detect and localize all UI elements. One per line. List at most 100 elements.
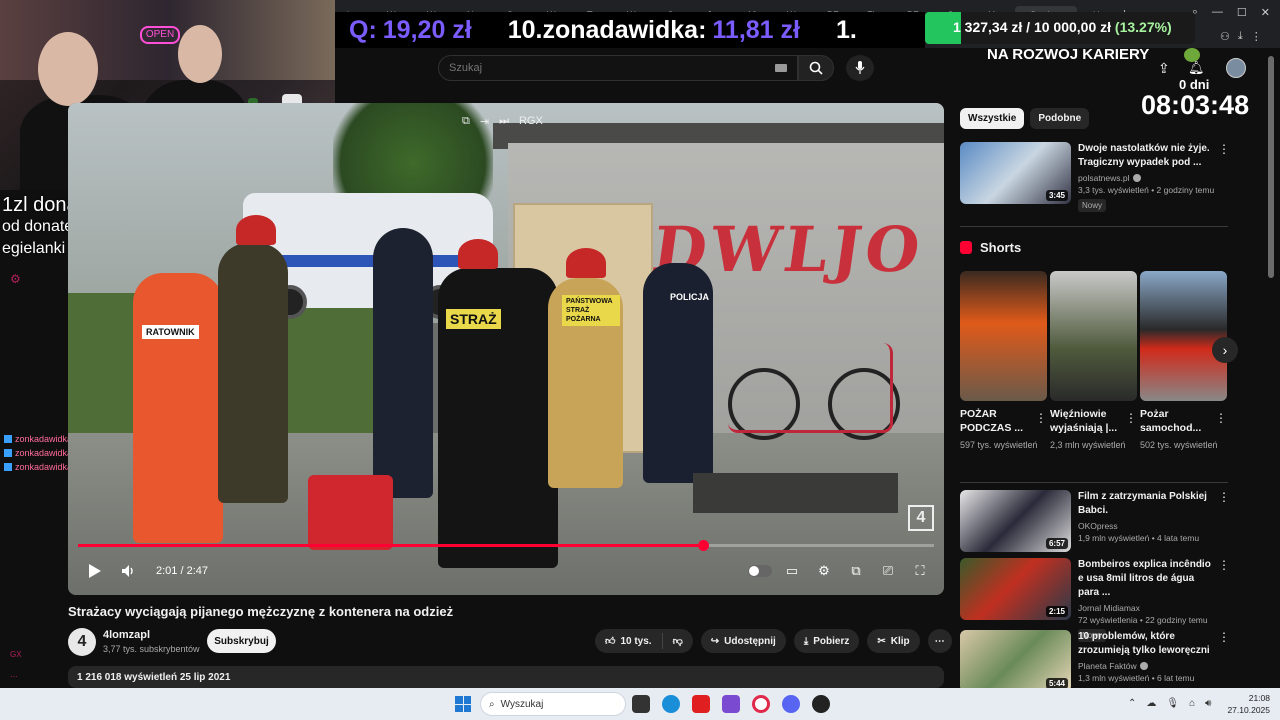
- rec-channel[interactable]: polsatnews.pl: [1078, 173, 1218, 183]
- chevron-up-icon[interactable]: ⌃: [1128, 698, 1136, 709]
- menu-icon[interactable]: ⋮: [1251, 30, 1262, 43]
- windows-start-icon[interactable]: [455, 696, 471, 712]
- more-actions-button[interactable]: ⋯: [927, 629, 952, 653]
- volume-button[interactable]: [112, 556, 146, 586]
- more-icon[interactable]: ⋯: [10, 672, 18, 681]
- dislike-button[interactable]: 👎︎: [663, 629, 693, 653]
- video-thumbnail[interactable]: 6:57: [960, 490, 1071, 552]
- channel-name[interactable]: 4lomzapl: [103, 629, 150, 641]
- search-icon: [809, 61, 823, 75]
- verified-icon: [1132, 174, 1141, 182]
- chip-all[interactable]: Wszystkie: [960, 108, 1025, 129]
- download-icon[interactable]: ⤓: [1238, 30, 1243, 43]
- create-icon[interactable]: ⇪: [1158, 60, 1170, 77]
- app-icon[interactable]: [812, 695, 830, 713]
- short-thumbnail[interactable]: [1050, 271, 1137, 401]
- subscribe-button[interactable]: Subskrybuj: [207, 629, 276, 653]
- recommended-video[interactable]: 3:45 Dwoje nastolatków nie żyje. Tragicz…: [960, 142, 1230, 213]
- subtitles-icon[interactable]: ▭: [778, 556, 806, 586]
- taskbar-clock[interactable]: 21:08 27.10.2025: [1226, 692, 1270, 716]
- video-actions: 👍︎ 10 tys. 👎︎ ↪ Udostępnij ⤓ Pobierz ✂ Klip …: [595, 629, 952, 653]
- minimize-icon[interactable]: —: [1212, 6, 1223, 19]
- maximize-icon[interactable]: ☐: [1237, 6, 1247, 19]
- search-input[interactable]: [439, 56, 797, 80]
- video-player[interactable]: DWLJO RATOWNIK STRAŻ PAŃSTWOWA STRAŻ POŻ…: [68, 103, 944, 595]
- short-title[interactable]: POŻAR PODCZAS ...: [960, 407, 1032, 435]
- cloud-icon[interactable]: ☁: [1146, 698, 1156, 709]
- discord-icon[interactable]: [782, 695, 800, 713]
- rec-title[interactable]: Bombeiros explica incêndio e usa 8mil li…: [1078, 558, 1218, 600]
- channel-avatar[interactable]: 4: [68, 628, 96, 656]
- more-options-icon[interactable]: ⋮: [1215, 411, 1227, 425]
- play-button[interactable]: [78, 556, 112, 586]
- rec-title[interactable]: Dwoje nastolatków nie żyje. Tragiczny wy…: [1078, 142, 1218, 170]
- more-options-icon[interactable]: ⋮: [1218, 630, 1230, 644]
- new-badge: Nowy: [1078, 199, 1107, 212]
- short-thumbnail[interactable]: [960, 271, 1047, 401]
- short-views: 502 tys. wyświetleń: [1140, 440, 1218, 450]
- autoplay-toggle[interactable]: [746, 556, 774, 586]
- search-button[interactable]: [798, 55, 834, 81]
- notifications-icon[interactable]: 🔔︎: [1188, 60, 1205, 76]
- more-options-icon[interactable]: ⋮: [1218, 558, 1230, 572]
- volume-icon[interactable]: 🔊︎: [1205, 698, 1211, 709]
- more-options-icon[interactable]: ⋮: [1218, 490, 1230, 504]
- opera-gx-icon[interactable]: [752, 695, 770, 713]
- close-window-icon[interactable]: ✕: [1261, 6, 1270, 19]
- chip-related[interactable]: Podobne: [1030, 108, 1090, 129]
- video-thumbnail[interactable]: 2:15: [960, 558, 1071, 620]
- share-button[interactable]: ↪ Udostępnij: [700, 629, 786, 653]
- skip-icon[interactable]: ⏭: [499, 115, 509, 128]
- rec-channel[interactable]: OKOpress: [1078, 521, 1218, 531]
- rec-title[interactable]: Film z zatrzymania Polskiej Babci.: [1078, 490, 1218, 518]
- search-box[interactable]: [438, 55, 798, 81]
- short-item[interactable]: Więźniowie wyjaśniają |... 2,3 mln wyświ…: [1050, 271, 1137, 451]
- account-avatar[interactable]: [1226, 58, 1246, 78]
- video-meta: Film z zatrzymania Polskiej Babci. OKOpr…: [1078, 490, 1218, 552]
- recommended-video[interactable]: 6:57 Film z zatrzymania Polskiej Babci. …: [960, 490, 1230, 552]
- short-title[interactable]: Pożar samochod...: [1140, 407, 1212, 435]
- edge-icon[interactable]: [662, 695, 680, 713]
- microphone-icon[interactable]: 🎙︎: [1166, 698, 1179, 709]
- more-options-icon[interactable]: ⋮: [1218, 142, 1230, 156]
- clip-button[interactable]: ✂ Klip: [867, 629, 920, 653]
- progress-scrubber[interactable]: [697, 540, 709, 551]
- settings-icon[interactable]: ⚙: [810, 556, 838, 586]
- rgx-label[interactable]: RGX: [519, 115, 543, 128]
- scrollbar[interactable]: [1268, 56, 1274, 278]
- task-view-icon[interactable]: [632, 695, 650, 713]
- youtube-app-icon[interactable]: [692, 695, 710, 713]
- rec-title[interactable]: 10 problemów, które zrozumieją tylko lew…: [1078, 630, 1218, 658]
- network-icon[interactable]: ⌂: [1189, 698, 1195, 709]
- voice-search-button[interactable]: [846, 55, 874, 81]
- settings-icon[interactable]: ⚙: [10, 272, 21, 286]
- more-options-icon[interactable]: ⋮: [1125, 411, 1137, 425]
- video-thumbnail[interactable]: 3:45: [960, 142, 1071, 204]
- short-item[interactable]: Pożar samochod... 502 tys. wyświetleń ⋮: [1140, 271, 1227, 451]
- short-item[interactable]: POŻAR PODCZAS ... 597 tys. wyświetleń ⋮: [960, 271, 1047, 451]
- microphone-icon: [855, 61, 865, 74]
- profile-icon[interactable]: ⚇: [1220, 30, 1230, 43]
- policja-label: POLICJA: [670, 292, 710, 302]
- like-button[interactable]: 👍︎ 10 tys.: [595, 629, 662, 653]
- app-icon[interactable]: [722, 695, 740, 713]
- taskbar-search[interactable]: ⌕ Wyszukaj: [480, 692, 626, 716]
- download-button[interactable]: ⤓ Pobierz: [793, 629, 860, 653]
- rec-channel[interactable]: Planeta Faktów: [1078, 661, 1218, 671]
- fullscreen-icon[interactable]: ⛶: [906, 556, 934, 586]
- more-options-icon[interactable]: ⋮: [1035, 411, 1047, 425]
- miniplayer-icon[interactable]: ⧉: [462, 115, 470, 128]
- screen: buWWNStWTeWOJu10WPFFiPFG11StrażaHo+ ⌕ — …: [0, 0, 1280, 720]
- recommended-video[interactable]: 5:44 10 problemów, które zrozumieją tylk…: [960, 630, 1230, 692]
- cast-icon[interactable]: ⎚: [874, 556, 902, 586]
- short-thumbnail[interactable]: [1140, 271, 1227, 401]
- rec-channel[interactable]: Jornal Midiamax: [1078, 603, 1218, 613]
- video-thumbnail[interactable]: 5:44: [960, 630, 1071, 692]
- short-title[interactable]: Więźniowie wyjaśniają |...: [1050, 407, 1122, 435]
- exit-icon[interactable]: ⇥: [480, 115, 489, 128]
- video-progress-bar[interactable]: [78, 540, 934, 551]
- keyboard-icon[interactable]: [775, 64, 787, 72]
- shorts-next-button[interactable]: ›: [1212, 337, 1238, 363]
- miniplayer-button-icon[interactable]: ⧉: [842, 556, 870, 586]
- description-box[interactable]: 1 216 018 wyświetleń 25 lip 2021: [68, 666, 944, 688]
